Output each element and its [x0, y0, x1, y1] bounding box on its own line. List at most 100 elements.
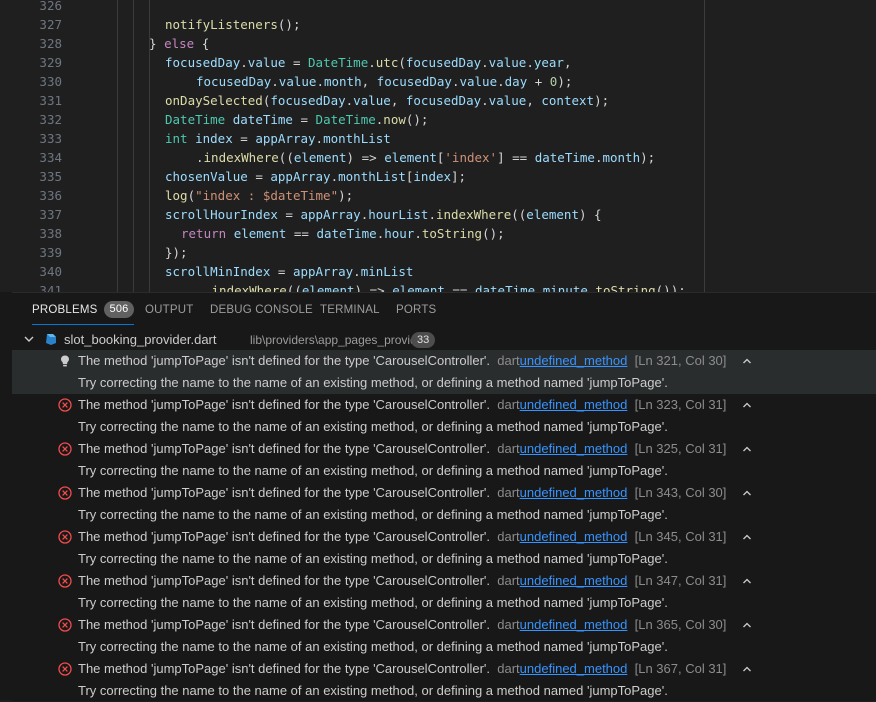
code-token: indexWhere: [203, 150, 279, 165]
code-token: day: [504, 74, 528, 89]
problem-item[interactable]: The method 'jumpToPage' isn't defined fo…: [12, 394, 876, 438]
chevron-up-icon[interactable]: [741, 663, 753, 675]
code-token: ,: [563, 55, 572, 70]
code-line[interactable]: onDaySelected(focusedDay.value, focusedD…: [165, 91, 609, 110]
problem-item[interactable]: The method 'jumpToPage' isn't defined fo…: [12, 438, 876, 482]
code-line[interactable]: focusedDay.value = DateTime.utc(focusedD…: [165, 53, 571, 72]
code-token: .: [316, 74, 324, 89]
tab-terminal[interactable]: TERMINAL: [320, 293, 380, 327]
code-line[interactable]: DateTime dateTime = DateTime.now();: [165, 110, 428, 129]
code-token: scrollHourIndex: [165, 207, 278, 222]
code-token: value: [459, 74, 498, 89]
problem-code-link[interactable]: undefined_method: [520, 661, 628, 676]
tab-debug[interactable]: DEBUG CONSOLE: [210, 293, 313, 327]
code-token: minList: [360, 264, 414, 279]
problem-code-link[interactable]: undefined_method: [520, 441, 628, 456]
code-line[interactable]: int index = appArray.monthList: [165, 129, 391, 148]
code-token: hour: [384, 226, 415, 241]
code-token: utc: [375, 55, 399, 70]
chevron-up-icon[interactable]: [741, 399, 753, 411]
code-token: 'index': [444, 150, 498, 165]
problem-source: dart: [497, 617, 520, 632]
problem-code-link[interactable]: undefined_method: [520, 529, 628, 544]
code-token: =: [285, 55, 309, 70]
problem-code-link[interactable]: undefined_method: [520, 573, 628, 588]
chevron-down-icon[interactable]: [22, 332, 36, 346]
problem-hint: Try correcting the name to the name of a…: [78, 683, 668, 698]
chevron-up-icon[interactable]: [741, 575, 753, 587]
problem-location: [Ln 365, Col 30]: [634, 617, 727, 632]
problem-location: [Ln 367, Col 31]: [634, 661, 727, 676]
problem-item[interactable]: The method 'jumpToPage' isn't defined fo…: [12, 614, 876, 658]
problem-location: [Ln 323, Col 31]: [634, 397, 727, 412]
chevron-up-icon[interactable]: [741, 619, 753, 631]
code-token: element: [526, 207, 579, 222]
code-line[interactable]: } else {: [149, 34, 209, 53]
code-lines[interactable]: notifyListeners();} else {focusedDay.val…: [0, 0, 876, 292]
code-line[interactable]: notifyListeners();: [165, 15, 300, 34]
code-token: .: [368, 55, 376, 70]
chevron-up-icon[interactable]: [741, 487, 753, 499]
code-token: index: [413, 169, 452, 184]
tab-label: PORTS: [396, 304, 437, 316]
problem-hint: Try correcting the name to the name of a…: [78, 507, 668, 522]
code-line[interactable]: chosenValue = appArray.monthList[index];: [165, 167, 466, 186]
code-token: =: [277, 207, 301, 222]
code-token: dateTime: [232, 112, 293, 127]
problem-source: dart: [497, 397, 520, 412]
code-line[interactable]: return element == dateTime.hour.toString…: [181, 224, 505, 243]
code-line[interactable]: .indexWhere((element) => element == date…: [204, 281, 686, 292]
code-token: (: [187, 188, 196, 203]
problem-location: [Ln 343, Col 30]: [634, 485, 727, 500]
tab-output[interactable]: OUTPUT: [145, 293, 193, 327]
tab-ports[interactable]: PORTS: [396, 293, 436, 327]
code-token: element: [384, 150, 437, 165]
problem-message: The method 'jumpToPage' isn't defined fo…: [78, 353, 491, 368]
problem-location: [Ln 347, Col 31]: [634, 573, 727, 588]
code-editor[interactable]: 326 327 328 329 330 331 332 333 334 335 336 337 338 3…: [0, 0, 876, 292]
code-line[interactable]: log("index : $dateTime");: [165, 186, 353, 205]
code-line[interactable]: .indexWhere((element) => element['index'…: [196, 148, 655, 167]
code-token: value: [278, 74, 317, 89]
problem-item[interactable]: The method 'jumpToPage' isn't defined fo…: [12, 350, 876, 394]
active-tab-indicator: [32, 324, 135, 325]
chevron-up-icon[interactable]: [741, 355, 753, 367]
problem-code-link[interactable]: undefined_method: [520, 617, 628, 632]
code-line[interactable]: focusedDay.value.month, focusedDay.value…: [196, 72, 572, 91]
code-token: now: [383, 112, 406, 127]
editor-scrollbar-edge: [704, 0, 705, 292]
tab-problems[interactable]: PROBLEMS 506: [32, 293, 135, 327]
problem-message-line: The method 'jumpToPage' isn't defined fo…: [78, 482, 726, 504]
problem-item[interactable]: The method 'jumpToPage' isn't defined fo…: [12, 658, 876, 702]
problem-item[interactable]: The method 'jumpToPage' isn't defined fo…: [12, 526, 876, 570]
problem-message: The method 'jumpToPage' isn't defined fo…: [78, 397, 491, 412]
problem-hint: Try correcting the name to the name of a…: [78, 639, 668, 654]
problem-item[interactable]: The method 'jumpToPage' isn't defined fo…: [12, 482, 876, 526]
error-icon: [58, 398, 72, 412]
code-token: appArray: [255, 131, 316, 146]
code-line[interactable]: scrollMinIndex = appArray.minList: [165, 262, 413, 281]
code-token: return: [181, 226, 227, 241]
problem-message: The method 'jumpToPage' isn't defined fo…: [78, 661, 491, 676]
code-token: .: [330, 169, 339, 184]
code-token: .: [196, 150, 204, 165]
chevron-up-icon[interactable]: [741, 443, 753, 455]
problem-item[interactable]: The method 'jumpToPage' isn't defined fo…: [12, 570, 876, 614]
problem-code-link[interactable]: undefined_method: [520, 397, 628, 412]
problem-code-link[interactable]: undefined_method: [520, 485, 628, 500]
code-line[interactable]: });: [165, 243, 188, 262]
error-icon: [58, 662, 72, 676]
code-token: chosenValue: [165, 169, 248, 184]
code-token: element: [301, 283, 355, 292]
code-token: ) =>: [346, 150, 385, 165]
chevron-up-icon[interactable]: [741, 531, 753, 543]
code-token: month: [602, 150, 641, 165]
problem-code-link[interactable]: undefined_method: [520, 353, 628, 368]
problem-message-line: The method 'jumpToPage' isn't defined fo…: [78, 350, 726, 372]
code-token: .: [526, 55, 534, 70]
problem-file-group[interactable]: slot_booking_provider.dart lib\providers…: [12, 329, 876, 351]
code-line[interactable]: scrollHourIndex = appArray.hourList.inde…: [165, 205, 602, 224]
problem-hint: Try correcting the name to the name of a…: [78, 375, 668, 390]
code-token: .: [481, 55, 489, 70]
